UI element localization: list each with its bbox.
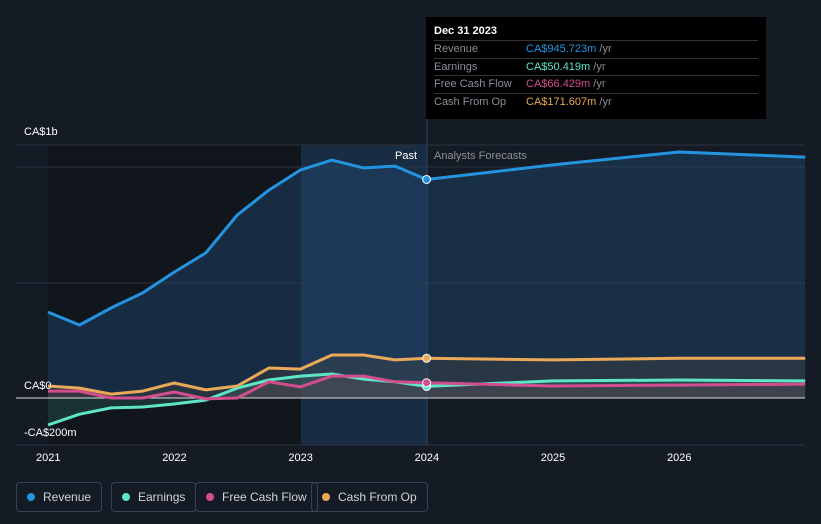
tooltip-value: CA$171.607m [526,95,597,108]
fcf-dot-icon [206,493,214,501]
tooltip-unit: /yr [599,43,612,55]
legend-label: Earnings [138,490,186,504]
x-tick-label: 2021 [36,452,61,464]
legend-free-cash-flow[interactable]: Free Cash Flow [195,482,318,512]
earnings-dot-icon [122,493,130,501]
tooltip-unit: /yr [599,95,612,108]
revenue-dot-icon [27,493,35,501]
forecast-label: Analysts Forecasts [434,150,527,162]
point-marker [422,378,432,388]
x-tick-label: 2024 [414,452,440,464]
tooltip-label: Cash From Op [434,95,507,108]
tooltip-row: Earnings CA$50.419m /yr [434,57,758,76]
tooltip: Dec 31 2023 Revenue CA$945.723m /yr Earnin… [426,17,766,119]
chart: CA$1b CA$0 -CA$200m Past Analysts Foreca… [0,0,821,524]
legend-label: Revenue [43,490,92,504]
tooltip-label: Revenue [434,43,479,55]
x-tick-label: 2022 [162,452,187,464]
tooltip-row: Free Cash Flow CA$66.429m /yr [434,75,758,93]
tooltip-date: Dec 31 2023 [434,25,497,37]
tooltip-value: CA$50.419m [526,60,591,73]
legend-revenue[interactable]: Revenue [16,482,103,512]
cfo-dot-icon [322,493,330,501]
legend-cash-from-op[interactable]: Cash From Op [311,482,428,512]
y-tick-label: CA$1b [24,126,58,138]
tooltip-row: Revenue CA$945.723m /yr [434,40,758,58]
tooltip-unit: /yr [593,60,606,73]
tooltip-value: CA$945.723m [526,43,597,55]
tooltip-unit: /yr [593,78,606,90]
y-tick-label: -CA$200m [24,427,77,439]
legend-earnings[interactable]: Earnings [111,482,197,512]
legend-label: Cash From Op [338,490,417,504]
x-tick-label: 2023 [288,452,313,464]
y-tick-label: CA$0 [24,380,52,392]
legend-label: Free Cash Flow [222,490,307,504]
point-marker [422,353,432,363]
past-label: Past [395,150,418,162]
point-marker [422,174,432,184]
tooltip-label: Free Cash Flow [434,78,512,90]
x-tick-label: 2025 [540,452,566,464]
tooltip-row: Cash From Op CA$171.607m /yr [434,92,758,111]
tooltip-value: CA$66.429m [526,78,591,90]
tooltip-label: Earnings [434,60,478,73]
x-tick-label: 2026 [667,452,692,464]
